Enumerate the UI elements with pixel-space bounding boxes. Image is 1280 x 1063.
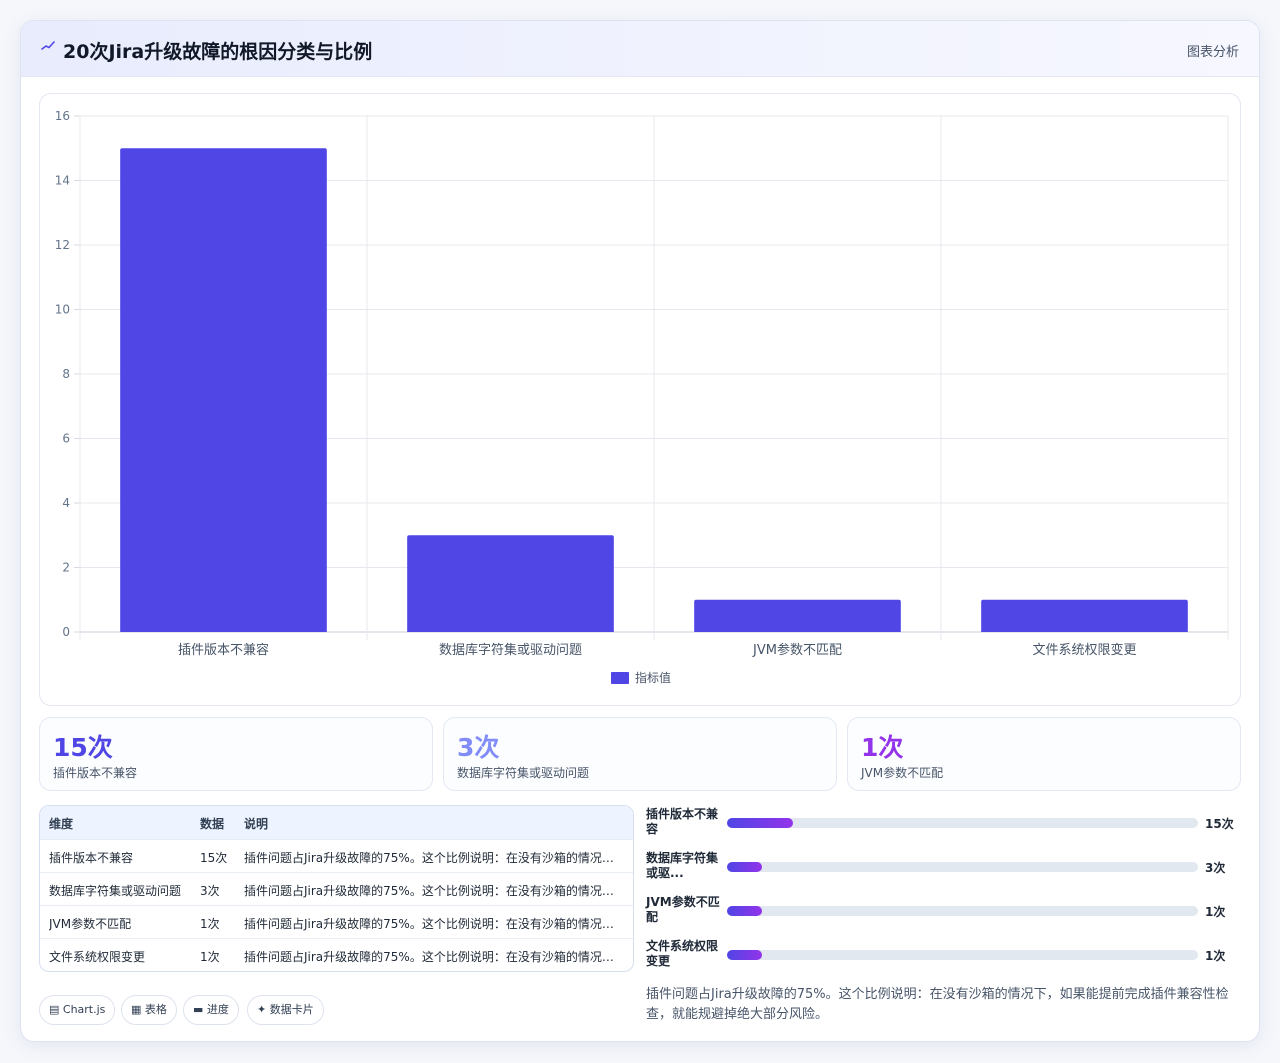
stat-card: 15次 插件版本不兼容 bbox=[39, 717, 433, 791]
chart-canvas: 0 2 4 6 8 10 12 14 16 插件版本不兼容 数据库字符集或驱动问题 JVM参数不匹配 文… bbox=[55, 109, 1229, 685]
table-cell: 插件问题占Jira升级故障的75%。这个比例说明：在没有沙箱的情况下... bbox=[244, 851, 624, 865]
progress-track bbox=[727, 906, 1198, 916]
progress-track bbox=[727, 818, 1198, 828]
progress-value: 3次 bbox=[1205, 861, 1226, 875]
table-cell: 15次 bbox=[200, 851, 228, 865]
progress-row: 文件系统权限变更 1次 bbox=[646, 937, 1236, 973]
progress-fill bbox=[727, 818, 793, 828]
progress-fill bbox=[727, 862, 763, 872]
chip-progress[interactable]: ▬ 进度 bbox=[183, 995, 239, 1025]
chip-table[interactable]: ▦ 表格 bbox=[121, 995, 177, 1025]
legend-label: 指标值 bbox=[635, 670, 671, 685]
table-row: JVM参数不匹配 1次 插件问题占Jira升级故障的75%。这个比例说明：在没有… bbox=[40, 905, 633, 938]
table-row: 插件版本不兼容 15次 插件问题占Jira升级故障的75%。这个比例说明：在没有… bbox=[40, 839, 633, 872]
progress-track bbox=[727, 950, 1198, 960]
summary-note: 插件问题占Jira升级故障的75%。这个比例说明：在没有沙箱的情况下，如果能提前… bbox=[646, 987, 1229, 1022]
bar-chart: 0 2 4 6 8 10 12 14 16 插件版本不兼容 数据库字符集或驱动问题 JVM参数不匹配 文… bbox=[39, 93, 1241, 706]
column-header: 维度 bbox=[49, 817, 74, 831]
stat-value: 15次 bbox=[53, 733, 113, 762]
table-cell: 文件系统权限变更 bbox=[49, 950, 146, 964]
table-cell: JVM参数不匹配 bbox=[49, 917, 132, 931]
table-cell: 3次 bbox=[200, 884, 220, 898]
card-header: 20次Jira升级故障的根因分类与比例 图表分析 bbox=[21, 21, 1259, 77]
stat-card: 1次 JVM参数不匹配 bbox=[847, 717, 1241, 791]
report-card: 20次Jira升级故障的根因分类与比例 图表分析 0 2 4 6 8 10 12 14 16 插件… bbox=[20, 20, 1260, 1042]
column-header: 数据 bbox=[200, 817, 225, 831]
progress-value: 1次 bbox=[1205, 949, 1226, 963]
stat-value: 3次 bbox=[457, 733, 500, 762]
progress-value: 1次 bbox=[1205, 905, 1226, 919]
table-cell: 1次 bbox=[200, 950, 220, 964]
stat-label: JVM参数不匹配 bbox=[861, 766, 944, 780]
table-cell: 插件版本不兼容 bbox=[49, 851, 134, 865]
table-cell: 数据库字符集或驱动问题 bbox=[49, 884, 182, 898]
table-row: 文件系统权限变更 1次 插件问题占Jira升级故障的75%。这个比例说明：在没有… bbox=[40, 938, 633, 971]
bar bbox=[120, 148, 327, 632]
y-tick-label: 16 bbox=[55, 109, 70, 123]
stat-label: 数据库字符集或驱动问题 bbox=[457, 766, 590, 780]
progress-row: 数据库字符集或驱... 3次 bbox=[646, 849, 1236, 885]
bar bbox=[407, 535, 614, 632]
table-header-row: 维度 数据 说明 bbox=[40, 806, 633, 839]
analysis-tag: 图表分析 bbox=[1186, 45, 1239, 60]
progress-row: 插件版本不兼容 15次 bbox=[646, 805, 1236, 841]
x-tick-label: 文件系统权限变更 bbox=[1032, 642, 1136, 658]
bar bbox=[694, 599, 901, 632]
legend-swatch bbox=[611, 672, 629, 684]
progress-track bbox=[727, 862, 1198, 872]
progress-row: JVM参数不匹配 1次 bbox=[646, 893, 1236, 929]
progress-label: 数据库字符集或驱... bbox=[646, 851, 719, 880]
data-table: 维度 数据 说明 插件版本不兼容 15次 插件问题占Jira升级故障的75%。这… bbox=[39, 805, 634, 972]
table-cell: 插件问题占Jira升级故障的75%。这个比例说明：在没有沙箱的情况下... bbox=[244, 917, 624, 931]
chip-chartjs[interactable]: ▤ Chart.js bbox=[39, 995, 116, 1025]
bar bbox=[981, 599, 1188, 632]
y-tick-label: 10 bbox=[55, 303, 70, 317]
y-tick-label: 12 bbox=[55, 238, 70, 252]
page-title: 20次Jira升级故障的根因分类与比例 bbox=[63, 41, 373, 63]
y-tick-label: 2 bbox=[62, 561, 70, 575]
column-header: 说明 bbox=[244, 817, 269, 831]
progress-fill bbox=[727, 950, 763, 960]
stat-label: 插件版本不兼容 bbox=[53, 766, 138, 780]
chip-data-card[interactable]: ✦ 数据卡片 bbox=[247, 995, 324, 1025]
progress-label: JVM参数不匹配 bbox=[646, 895, 720, 924]
y-tick-label: 0 bbox=[62, 625, 70, 639]
y-tick-label: 6 bbox=[62, 432, 70, 446]
stat-value: 1次 bbox=[861, 733, 904, 762]
table-cell: 插件问题占Jira升级故障的75%。这个比例说明：在没有沙箱的情况下... bbox=[244, 884, 624, 898]
trend-icon bbox=[41, 41, 55, 50]
progress-label: 插件版本不兼容 bbox=[646, 807, 719, 836]
table-cell: 插件问题占Jira升级故障的75%。这个比例说明：在没有沙箱的情况下... bbox=[244, 950, 624, 964]
y-tick-label: 14 bbox=[55, 174, 70, 188]
y-tick-label: 4 bbox=[62, 496, 70, 510]
table-cell: 1次 bbox=[200, 917, 220, 931]
x-tick-label: JVM参数不匹配 bbox=[752, 642, 842, 658]
x-tick-label: 插件版本不兼容 bbox=[178, 642, 269, 658]
y-tick-label: 8 bbox=[62, 367, 70, 381]
progress-label: 文件系统权限变更 bbox=[646, 939, 719, 968]
progress-fill bbox=[727, 906, 763, 916]
progress-value: 15次 bbox=[1205, 817, 1234, 831]
stat-card: 3次 数据库字符集或驱动问题 bbox=[443, 717, 837, 791]
table-row: 数据库字符集或驱动问题 3次 插件问题占Jira升级故障的75%。这个比例说明：… bbox=[40, 872, 633, 905]
x-tick-label: 数据库字符集或驱动问题 bbox=[439, 642, 582, 658]
